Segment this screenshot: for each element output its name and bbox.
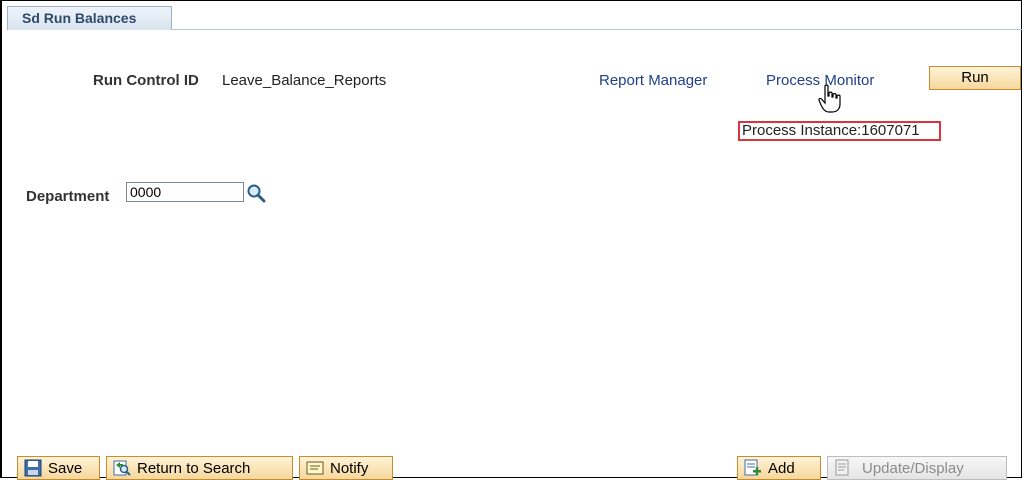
save-icon bbox=[24, 459, 42, 477]
return-to-search-label: Return to Search bbox=[137, 459, 251, 477]
run-control-value: Leave_Balance_Reports bbox=[222, 72, 387, 89]
hand-pointer-icon bbox=[818, 84, 841, 113]
run-button[interactable]: Run bbox=[929, 66, 1021, 90]
update-display-label: Update/Display bbox=[862, 459, 964, 477]
tab-divider bbox=[172, 29, 1022, 30]
department-field[interactable] bbox=[126, 182, 244, 202]
update-display-button: Update/Display bbox=[827, 456, 1007, 480]
add-button[interactable]: Add bbox=[737, 456, 821, 480]
save-button[interactable]: Save bbox=[17, 456, 100, 480]
department-label: Department bbox=[26, 188, 110, 205]
return-to-search-button[interactable]: Return to Search bbox=[106, 456, 293, 480]
report-manager-link[interactable]: Report Manager bbox=[599, 72, 707, 89]
add-icon bbox=[744, 459, 761, 476]
save-label: Save bbox=[48, 459, 83, 477]
notify-label: Notify bbox=[330, 459, 369, 477]
notify-icon bbox=[306, 461, 324, 475]
run-control-label: Run Control ID bbox=[93, 72, 199, 89]
lookup-icon[interactable] bbox=[246, 183, 266, 203]
add-label: Add bbox=[768, 459, 795, 477]
update-display-icon bbox=[835, 459, 849, 476]
notify-button[interactable]: Notify bbox=[299, 456, 393, 480]
return-to-search-icon bbox=[113, 460, 131, 476]
process-instance-text: Process Instance:1607071 bbox=[738, 121, 941, 141]
tab-sd-run-balances[interactable]: Sd Run Balances bbox=[7, 6, 172, 30]
